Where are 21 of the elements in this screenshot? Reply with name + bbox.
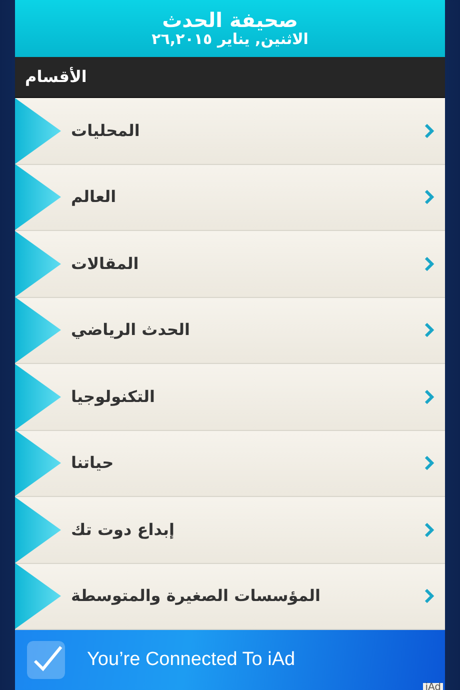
triangle-icon [15, 563, 61, 630]
triangle-icon [15, 364, 61, 430]
chevron-icon [423, 323, 435, 338]
triangle-icon [15, 98, 61, 164]
chevron-icon [423, 456, 435, 470]
date-text: الاثنين, يناير ٢٦,٢٠١٥ [150, 31, 310, 48]
triangle-icon [15, 230, 61, 297]
triangle-icon [15, 430, 61, 496]
chevron-icon [423, 190, 435, 204]
ad-label: iAd [423, 683, 443, 690]
chevron-icon [423, 124, 435, 138]
section-title: الأقسام [25, 66, 87, 88]
triangle-icon [15, 496, 61, 563]
chevron-icon [423, 589, 435, 604]
ad-text: You’re Connected To iAd [87, 648, 296, 672]
triangle-icon [15, 164, 61, 230]
chevron-icon [423, 256, 435, 271]
app-title: صحيفة الحدث [161, 9, 299, 32]
triangle-icon [15, 297, 61, 364]
chevron-icon [423, 390, 435, 404]
chevron-icon [423, 522, 435, 537]
